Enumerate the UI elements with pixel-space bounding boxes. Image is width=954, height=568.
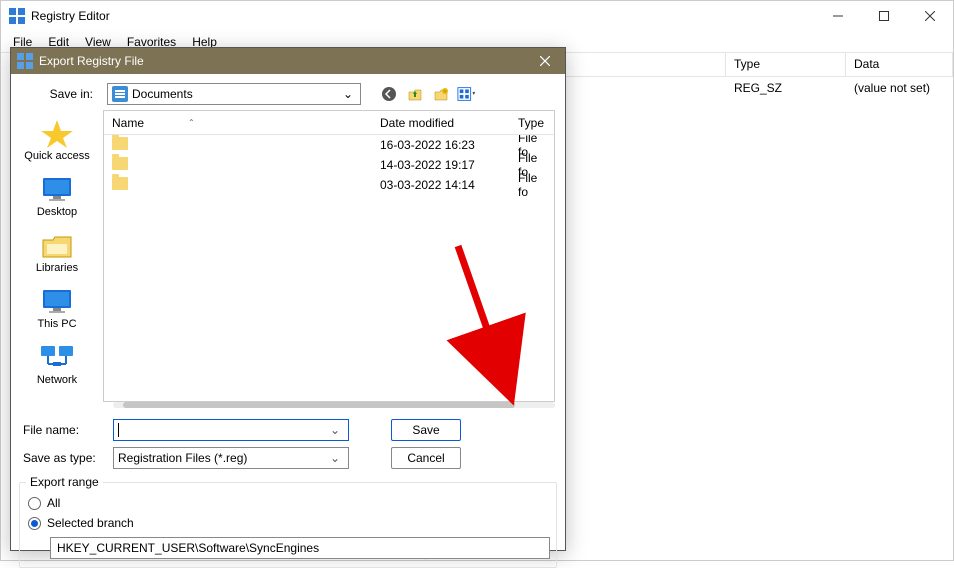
- radio-selected-branch[interactable]: Selected branch: [28, 513, 548, 533]
- col-data-header[interactable]: Data: [846, 53, 953, 76]
- dialog-title: Export Registry File: [39, 54, 525, 68]
- radio-all[interactable]: All: [28, 493, 548, 513]
- save-in-value: Documents: [132, 87, 340, 101]
- place-desktop[interactable]: Desktop: [17, 170, 97, 226]
- maximize-button[interactable]: [861, 1, 907, 31]
- radio-icon: [28, 517, 41, 530]
- app-title: Registry Editor: [31, 9, 815, 23]
- regedit-icon: [9, 8, 25, 24]
- documents-icon: [112, 86, 128, 102]
- place-quick-access[interactable]: Quick access: [17, 114, 97, 170]
- star-icon: [39, 118, 75, 148]
- radio-icon: [28, 497, 41, 510]
- dialog-close-button[interactable]: [525, 48, 565, 74]
- dialog-titlebar[interactable]: Export Registry File: [11, 48, 565, 74]
- col-name-header[interactable]: Name⌃: [104, 111, 372, 134]
- export-range-group: Export range All Selected branch: [19, 482, 557, 568]
- new-folder-icon[interactable]: ✦: [431, 84, 451, 104]
- cancel-button[interactable]: Cancel: [391, 447, 461, 469]
- libraries-icon: [39, 230, 75, 260]
- network-icon: [39, 342, 75, 372]
- save-in-label: Save in:: [21, 87, 101, 101]
- chevron-down-icon: ⌄: [326, 451, 344, 465]
- horizontal-scrollbar[interactable]: [113, 402, 555, 408]
- places-bar: Quick access Desktop Libraries This PC N…: [11, 110, 103, 402]
- view-menu-icon[interactable]: [457, 84, 477, 104]
- saveas-label: Save as type:: [21, 451, 113, 465]
- place-network[interactable]: Network: [17, 338, 97, 394]
- list-item[interactable]: 16-03-2022 16:23 File fo: [104, 135, 554, 155]
- place-this-pc[interactable]: This PC: [17, 282, 97, 338]
- list-item[interactable]: 03-03-2022 14:14 File fo: [104, 175, 554, 195]
- col-type-header[interactable]: Type: [726, 53, 846, 76]
- filename-label: File name:: [21, 423, 113, 437]
- chevron-down-icon: ⌄: [340, 87, 356, 101]
- cell-data: (value not set): [846, 77, 953, 99]
- cell-type: REG_SZ: [726, 77, 846, 99]
- branch-path-input[interactable]: [50, 537, 550, 559]
- up-one-level-icon[interactable]: [405, 84, 425, 104]
- list-item[interactable]: 14-03-2022 19:17 File fo: [104, 155, 554, 175]
- close-button[interactable]: [907, 1, 953, 31]
- col-date-header[interactable]: Date modified: [372, 111, 510, 134]
- chevron-down-icon[interactable]: ⌄: [326, 423, 344, 437]
- saveas-type-combo[interactable]: Registration Files (*.reg) ⌄: [113, 447, 349, 469]
- export-range-legend: Export range: [26, 475, 103, 489]
- col-type-header[interactable]: Type: [510, 111, 554, 134]
- folder-icon: [112, 157, 128, 170]
- export-dialog: Export Registry File Save in: Documents …: [10, 47, 566, 551]
- this-pc-icon: [39, 286, 75, 316]
- main-titlebar[interactable]: Registry Editor: [1, 1, 953, 31]
- filename-input[interactable]: ⌄: [113, 419, 349, 441]
- desktop-icon: [39, 174, 75, 204]
- save-button[interactable]: Save: [391, 419, 461, 441]
- place-libraries[interactable]: Libraries: [17, 226, 97, 282]
- minimize-button[interactable]: [815, 1, 861, 31]
- save-in-combo[interactable]: Documents ⌄: [107, 83, 361, 105]
- back-icon[interactable]: [379, 84, 399, 104]
- svg-text:✦: ✦: [443, 89, 447, 95]
- folder-icon: [112, 137, 128, 150]
- regedit-icon: [17, 53, 33, 69]
- folder-icon: [112, 177, 128, 190]
- file-list[interactable]: Name⌃ Date modified Type 16-03-2022 16:2…: [103, 110, 555, 402]
- sort-caret-icon: ⌃: [188, 118, 195, 127]
